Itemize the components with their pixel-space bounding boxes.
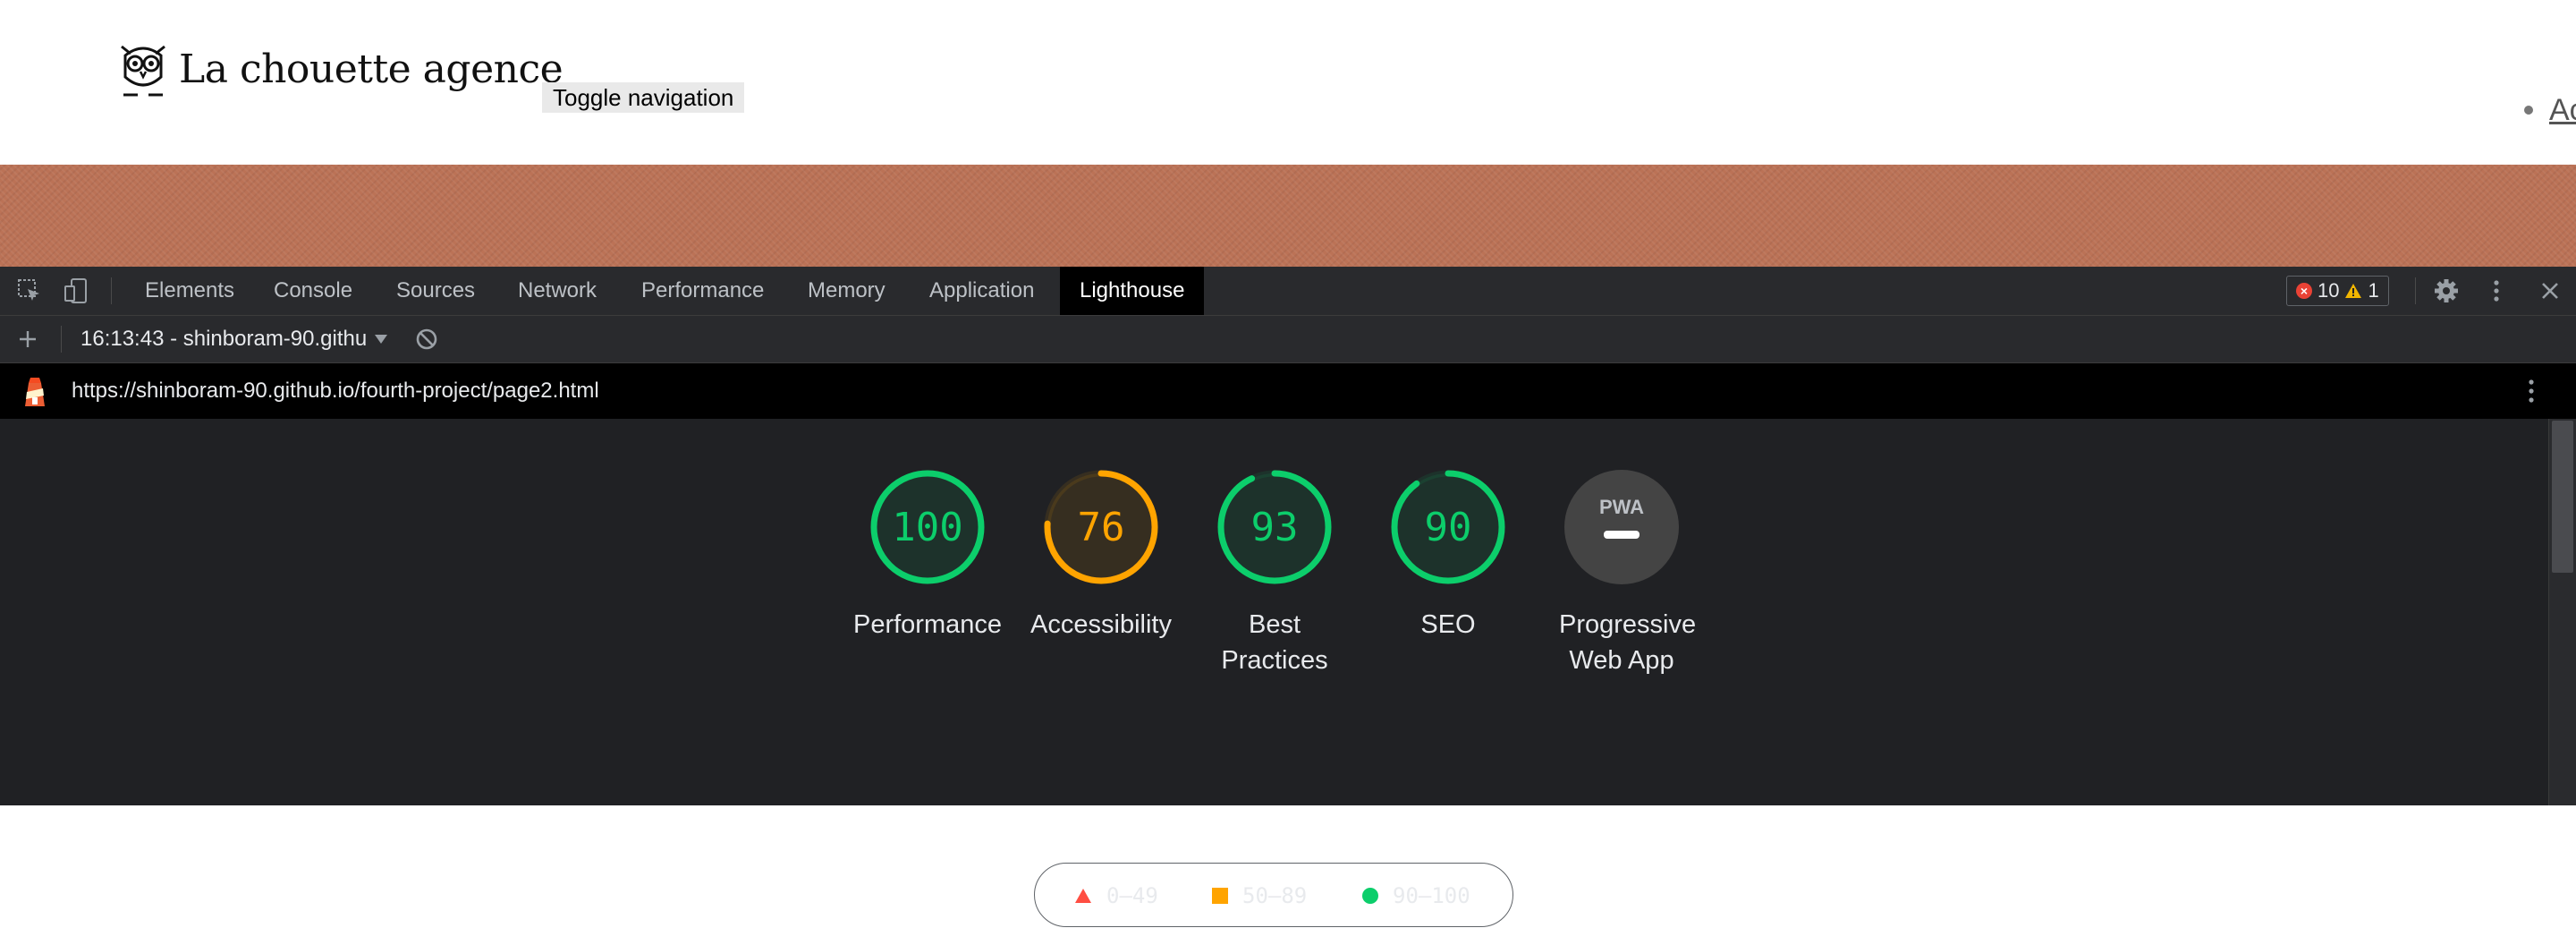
- tab-application[interactable]: Application: [929, 267, 1034, 315]
- site-header: La chouette agence Toggle navigation Ac: [0, 0, 2576, 165]
- tab-sources[interactable]: Sources: [396, 267, 475, 315]
- scrollbar-thumb[interactable]: [2552, 421, 2573, 573]
- nav-bullet: [2524, 106, 2533, 115]
- lighthouse-toolbar: 16:13:43 - shinboram-90.github.io: [0, 316, 2576, 363]
- triangle-icon: [1075, 889, 1091, 903]
- gauge-label: SEO: [1420, 610, 1476, 639]
- gauge-label: Best Practices: [1221, 610, 1328, 675]
- site-logo[interactable]: La chouette agence: [116, 38, 564, 100]
- new-report-plus-icon[interactable]: [14, 326, 41, 353]
- legend-label: 0–49: [1106, 883, 1158, 908]
- error-count: 10: [2318, 279, 2340, 302]
- toolbar-separator: [111, 277, 112, 304]
- report-url-bar: https://shinboram-90.github.io/fourth-pr…: [0, 363, 2576, 419]
- clear-block-icon[interactable]: [413, 326, 440, 353]
- device-toggle-icon[interactable]: [63, 277, 89, 304]
- more-options-icon[interactable]: [2483, 277, 2510, 304]
- gauge-score: 100: [892, 505, 962, 550]
- settings-gear-icon[interactable]: [2433, 277, 2460, 304]
- gauge-accessibility[interactable]: 76: [1043, 469, 1159, 585]
- gauge-label: Progressive Web App: [1559, 610, 1697, 675]
- report-select[interactable]: 16:13:43 - shinboram-90.github.io: [80, 316, 367, 362]
- toolbar-separator: [61, 326, 62, 353]
- tab-network[interactable]: Network: [518, 267, 597, 315]
- gauge-best-practices[interactable]: 93: [1216, 469, 1333, 585]
- tab-elements[interactable]: Elements: [145, 267, 234, 315]
- score-legend: 0–49 50–89 90–100: [1034, 863, 1513, 927]
- toggle-navigation-button[interactable]: Toggle navigation: [542, 82, 745, 113]
- tab-lighthouse[interactable]: Lighthouse: [1060, 267, 1205, 315]
- gauge-label: Performance: [852, 610, 1002, 639]
- legend-label: 50–89: [1242, 883, 1308, 908]
- owl-logo-icon: [121, 45, 165, 97]
- close-devtools-icon[interactable]: [2537, 277, 2563, 304]
- circle-icon: [1362, 888, 1378, 904]
- toolbar-separator: [2415, 277, 2416, 304]
- error-icon: ×: [2296, 283, 2312, 299]
- gauge-progressive-web-app[interactable]: PWA: [1563, 469, 1680, 585]
- legend-item-pass: 90–100: [1362, 864, 1470, 928]
- gauge-seo[interactable]: 90: [1390, 469, 1506, 585]
- chevron-down-icon[interactable]: [374, 333, 388, 345]
- gauge-score: 90: [1425, 505, 1472, 550]
- square-icon: [1212, 888, 1228, 904]
- nav-link[interactable]: Ac: [2549, 93, 2576, 128]
- gauge-score: 76: [1078, 505, 1125, 550]
- pwa-badge-bg: [1564, 470, 1679, 584]
- tab-console[interactable]: Console: [274, 267, 352, 315]
- lighthouse-report: 100 Performance 76 Accessibility 93 Best Prac…: [0, 419, 2576, 927]
- gauge-label: Accessibility: [1030, 610, 1172, 639]
- tab-performance[interactable]: Performance: [641, 267, 764, 315]
- gauge-performance[interactable]: 100: [869, 469, 986, 585]
- gauge-score: 93: [1251, 505, 1299, 550]
- tab-memory[interactable]: Memory: [808, 267, 886, 315]
- devtools-tabbar: Elements Console Sources Network Perform…: [0, 267, 2576, 316]
- inspect-element-icon[interactable]: [16, 277, 43, 304]
- legend-label: 90–100: [1393, 883, 1470, 908]
- warning-count: 1: [2368, 279, 2379, 302]
- devtools-panel: Elements Console Sources Network Perform…: [0, 267, 2576, 927]
- lighthouse-logo-icon: [25, 378, 45, 406]
- warning-icon: [2345, 284, 2362, 298]
- report-menu-icon[interactable]: [2518, 376, 2545, 406]
- logo-title: La chouette agence: [179, 46, 564, 92]
- hero-banner: [0, 165, 2576, 267]
- legend-item-fail: 0–49: [1074, 864, 1158, 928]
- report-url[interactable]: https://shinboram-90.github.io/fourth-pr…: [72, 363, 599, 419]
- pwa-badge-text: PWA: [1599, 496, 1644, 518]
- pwa-dash-icon: [1604, 531, 1640, 539]
- report-scrollbar[interactable]: [2548, 419, 2576, 805]
- legend-item-average: 50–89: [1212, 864, 1307, 928]
- issues-counter[interactable]: × 10 1: [2286, 276, 2389, 306]
